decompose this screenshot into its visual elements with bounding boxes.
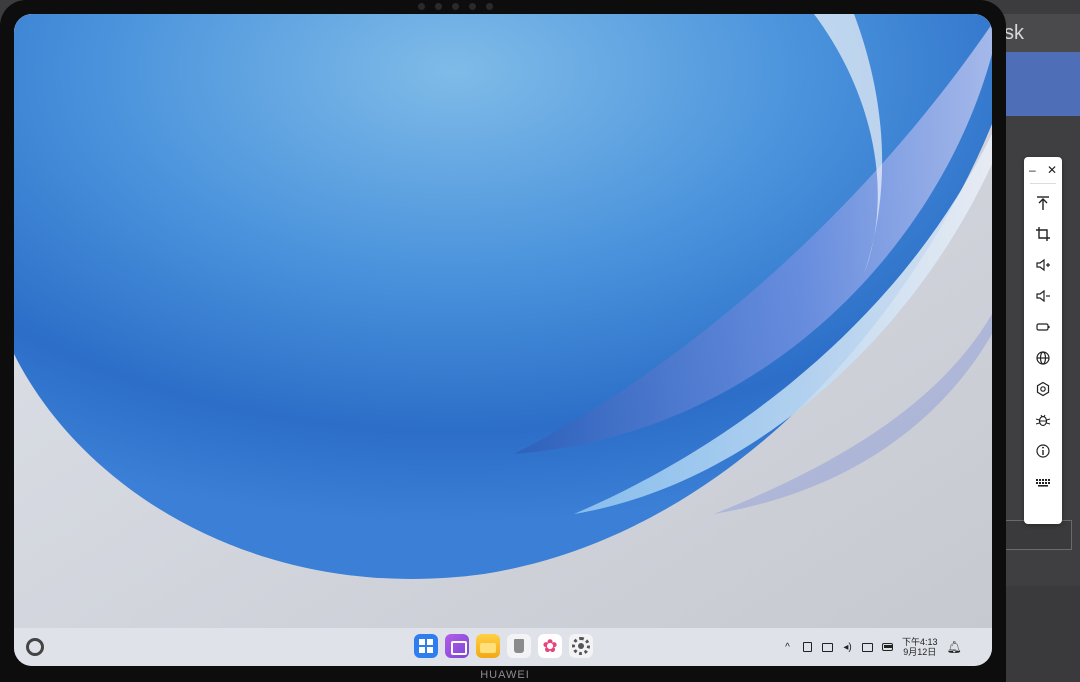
chevron-up-icon[interactable]: ^ — [782, 642, 793, 653]
petal-flower-icon[interactable]: ✿ — [538, 634, 562, 658]
sensor-icon — [452, 3, 459, 10]
battery-icon[interactable] — [882, 642, 893, 653]
sensor-icon — [486, 3, 493, 10]
clock-date: 9月12日 — [903, 647, 937, 657]
camera-icon — [418, 3, 425, 10]
toolbar-header: – ✕ — [1024, 157, 1062, 183]
tablet-screen: ✿ ^ ◂) 下午4:13 9月12日 🔔︎ — [14, 14, 992, 666]
volume-up-icon[interactable] — [1024, 249, 1062, 280]
trash-icon[interactable] — [507, 634, 531, 658]
tablet-frame: ✿ ^ ◂) 下午4:13 9月12日 🔔︎ HUAWEI — [0, 0, 1006, 682]
notification-bell-icon[interactable]: 🔔︎ — [947, 640, 962, 654]
start-menu-button[interactable] — [26, 638, 44, 656]
app-grid-icon[interactable] — [414, 634, 438, 658]
dock: ✿ — [414, 634, 593, 658]
close-button[interactable]: ✕ — [1047, 163, 1057, 177]
divider — [1030, 183, 1056, 184]
sensor-icon — [435, 3, 442, 10]
toolbar-buttons — [1024, 187, 1062, 497]
camera-bar — [418, 3, 493, 11]
globe-icon[interactable] — [1024, 342, 1062, 373]
gear-icon — [572, 637, 590, 655]
upload-icon[interactable] — [1024, 187, 1062, 218]
settings-icon[interactable] — [569, 634, 593, 658]
device-brand: HUAWEI — [480, 669, 530, 681]
info-icon[interactable] — [1024, 435, 1062, 466]
keyboard-icon[interactable] — [1024, 466, 1062, 497]
input-method-icon[interactable] — [822, 642, 833, 653]
clipboard-icon[interactable] — [802, 642, 813, 653]
taskbar: ✿ ^ ◂) 下午4:13 9月12日 🔔︎ — [14, 628, 992, 666]
settings-gear-icon[interactable] — [1024, 373, 1062, 404]
clock[interactable]: 下午4:13 9月12日 — [902, 637, 938, 657]
emulator-toolbar: – ✕ — [1024, 157, 1062, 524]
volume-down-icon[interactable] — [1024, 280, 1062, 311]
volume-icon[interactable]: ◂) — [842, 642, 853, 653]
sensor-icon — [469, 3, 476, 10]
crop-screenshot-icon[interactable] — [1024, 218, 1062, 249]
host-input-field[interactable] — [1000, 520, 1072, 550]
system-tray: ^ ◂) 下午4:13 9月12日 🔔︎ — [782, 628, 962, 666]
minimize-button[interactable]: – — [1029, 163, 1036, 177]
desktop-wallpaper — [14, 14, 992, 628]
gallery-icon[interactable] — [445, 634, 469, 658]
clock-time: 下午4:13 — [902, 637, 938, 647]
files-icon[interactable] — [476, 634, 500, 658]
bug-debug-icon[interactable] — [1024, 404, 1062, 435]
display-icon[interactable] — [862, 642, 873, 653]
power-button-icon[interactable] — [1024, 311, 1062, 342]
